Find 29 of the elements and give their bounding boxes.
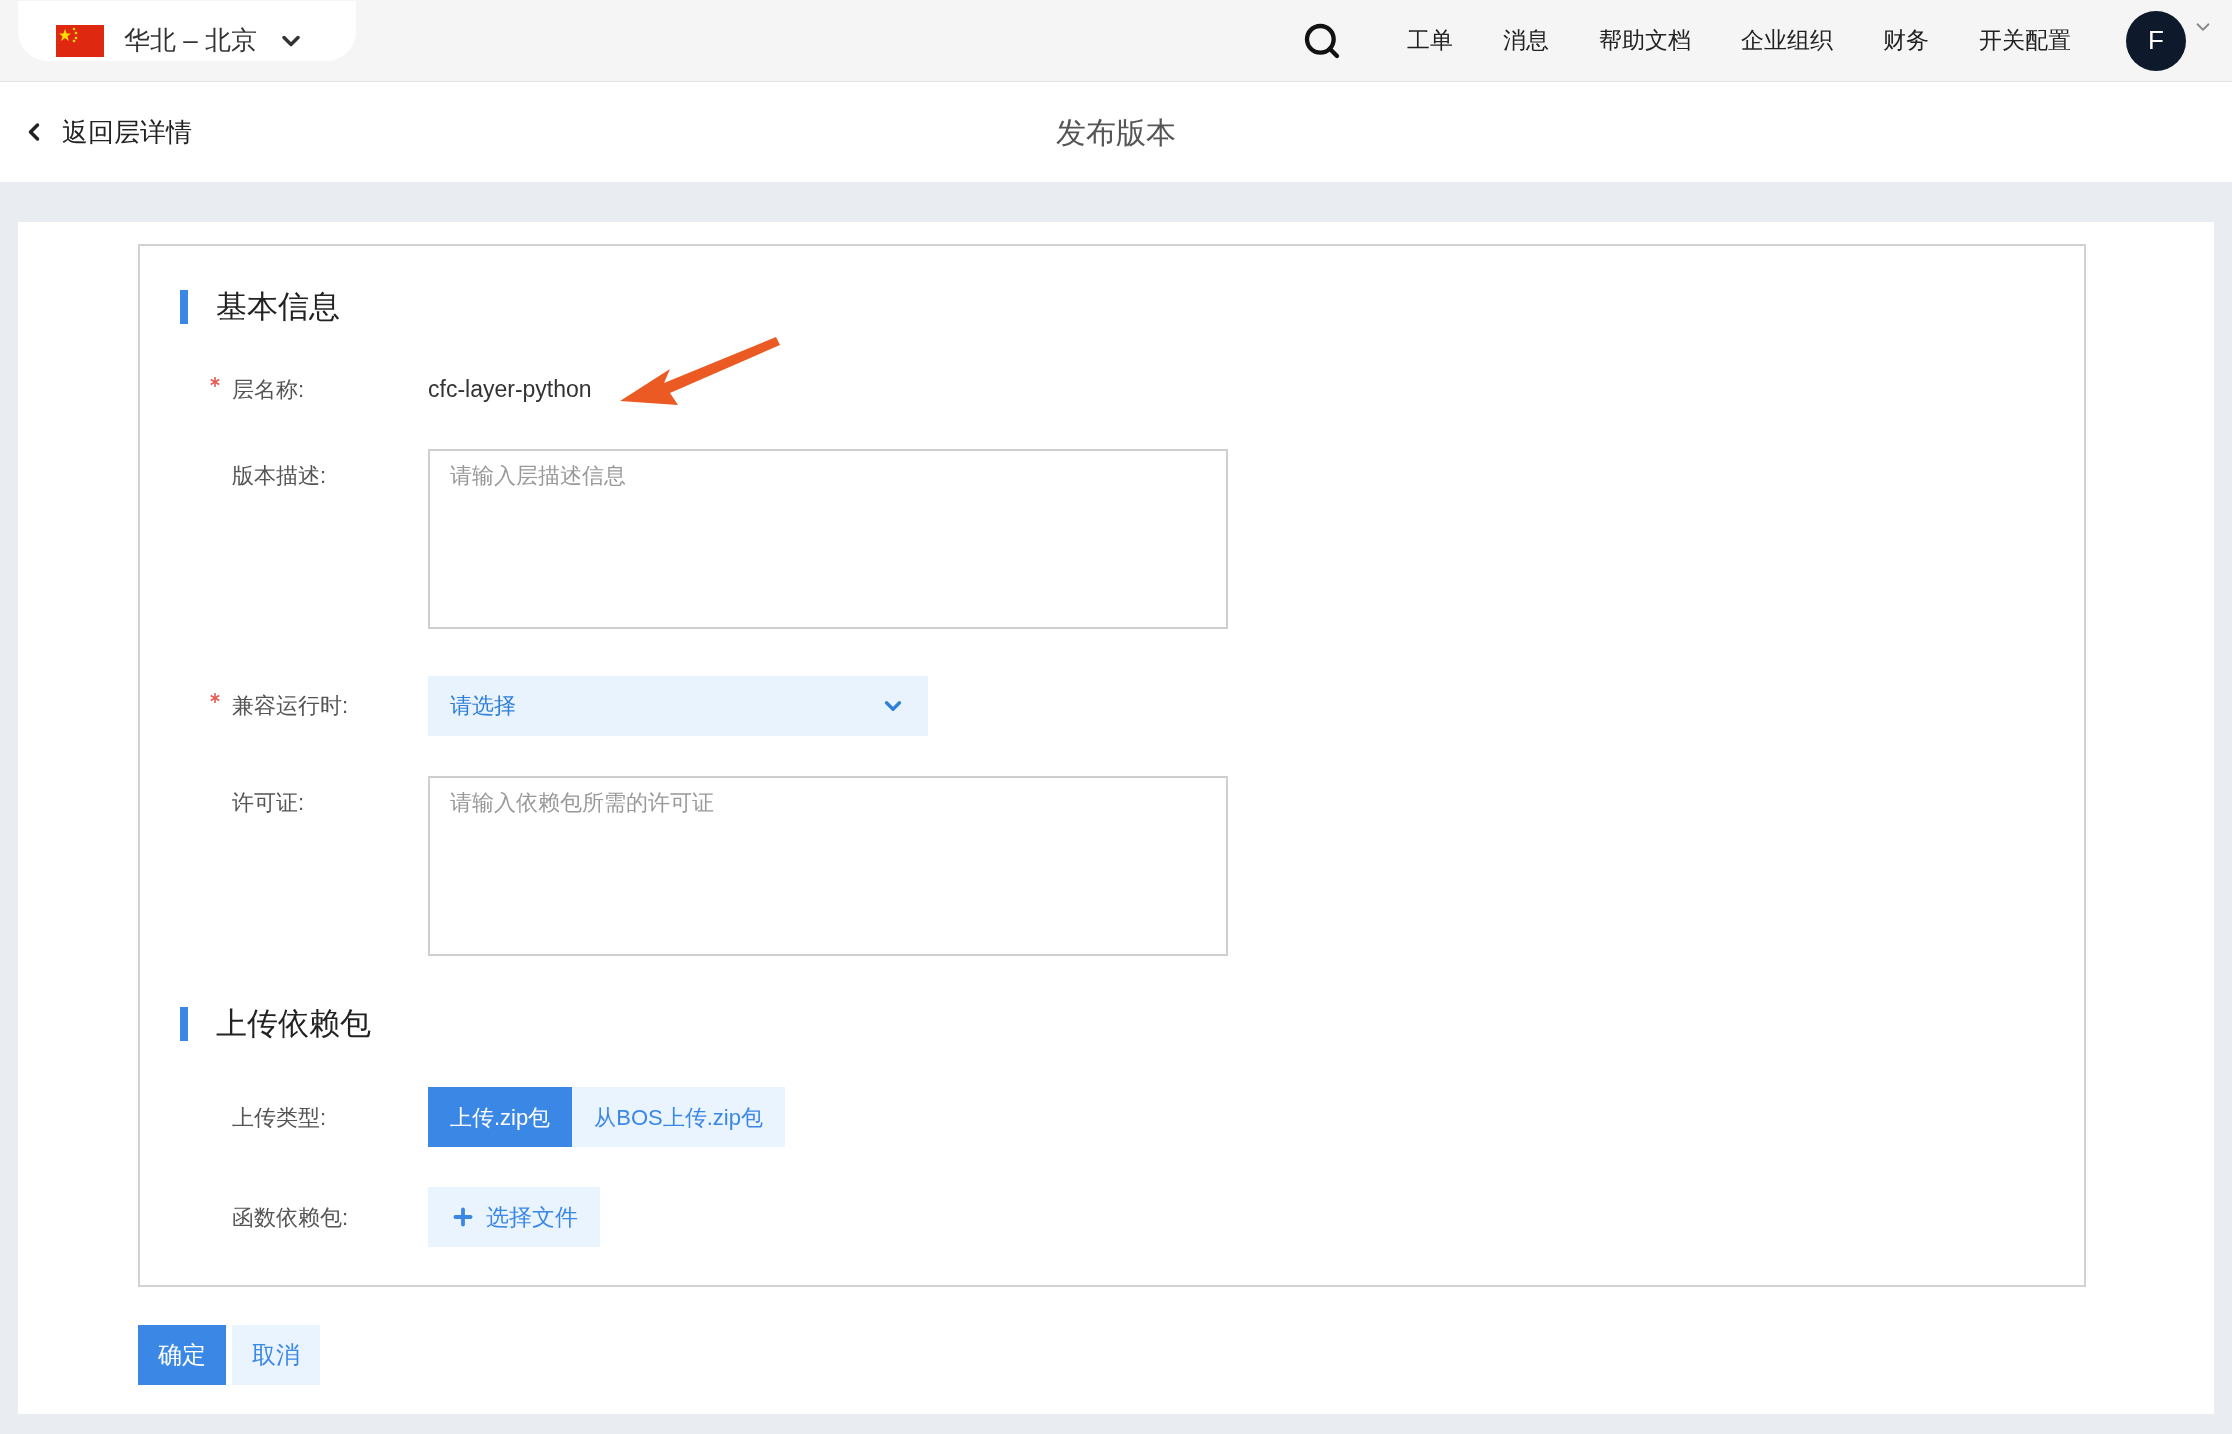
confirm-button[interactable]: 确定 bbox=[138, 1325, 226, 1385]
section-accent-bar bbox=[180, 290, 188, 325]
required-asterisk-icon bbox=[210, 377, 220, 387]
upload-type-option[interactable]: 上传.zip包 bbox=[428, 1087, 573, 1147]
nav-link[interactable]: 消息 bbox=[1503, 23, 1549, 58]
field-label: 上传类型: bbox=[232, 1103, 327, 1132]
region-selector[interactable]: 华北 – 北京 bbox=[18, 0, 356, 61]
nav-link[interactable]: 开关配置 bbox=[1979, 23, 2071, 58]
nav-link[interactable]: 企业组织 bbox=[1741, 23, 1833, 58]
field-label: 层名称: bbox=[232, 376, 305, 404]
nav-link[interactable]: 帮助文档 bbox=[1599, 23, 1691, 58]
nav-link[interactable]: 财务 bbox=[1883, 23, 1929, 58]
flag-icon bbox=[56, 24, 104, 57]
page-title: 发布版本 bbox=[1056, 114, 1176, 151]
required-asterisk-icon bbox=[210, 693, 220, 703]
text-area-field[interactable]: 请输入层描述信息 bbox=[428, 448, 1228, 629]
back-link[interactable]: 返回层详情 bbox=[20, 112, 192, 152]
field-label: 函数依赖包: bbox=[232, 1203, 349, 1232]
field-label: 兼容运行时: bbox=[232, 692, 349, 720]
text-area-field[interactable]: 请输入依赖包所需的许可证 bbox=[428, 775, 1228, 956]
field-label: 许可证: bbox=[232, 788, 305, 817]
field-label: 版本描述: bbox=[232, 461, 327, 490]
section-title: 上传依赖包 bbox=[216, 1004, 371, 1043]
layer-name-value: cfc-layer-python bbox=[428, 375, 592, 405]
nav-link[interactable]: 工单 bbox=[1407, 23, 1453, 58]
user-avatar[interactable]: F bbox=[2126, 10, 2186, 71]
section-accent-bar bbox=[180, 1006, 188, 1041]
section-title: 基本信息 bbox=[216, 288, 340, 326]
runtime-select[interactable]: 请选择 bbox=[428, 675, 928, 736]
